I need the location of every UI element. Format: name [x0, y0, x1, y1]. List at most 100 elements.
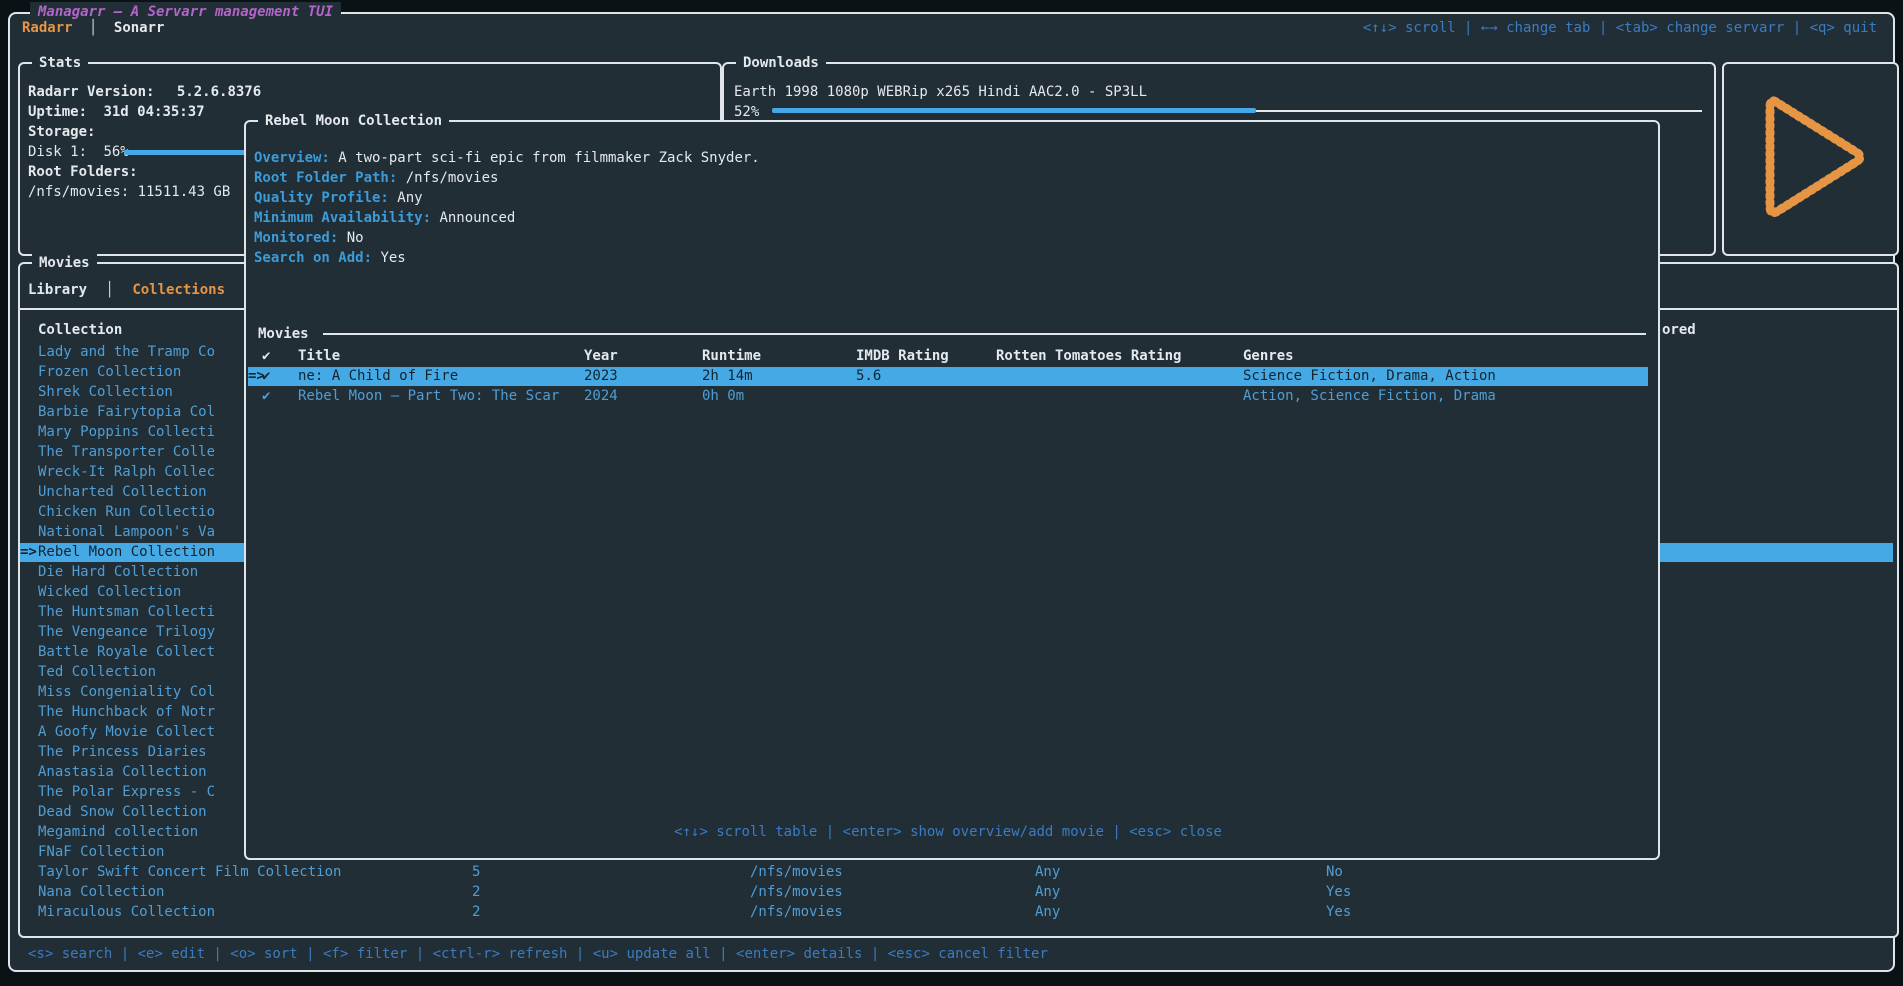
collection-name: Nana Collection	[38, 882, 164, 902]
modal-movie-row[interactable]: ✔Rebel Moon – Part Two: The Scar20240h 0…	[246, 386, 1650, 406]
root-folder-value: /nfs/movies: 11511.43 GB	[28, 182, 230, 202]
download-item-name: Earth 1998 1080p WEBRip x265 Hindi AAC2.…	[734, 82, 1147, 102]
uptime-value: 31d 04:35:37	[103, 104, 204, 120]
movie-genres: Science Fiction, Drama, Action	[1243, 366, 1496, 386]
collection-name: The Polar Express - C	[38, 782, 215, 802]
col-genres[interactable]: Genres	[1243, 346, 1294, 366]
collection-movie-count: 2	[472, 882, 480, 902]
modal-field: Root Folder Path: /nfs/movies	[254, 168, 498, 188]
col-rt[interactable]: Rotten Tomatoes Rating	[996, 346, 1181, 366]
download-progress-track	[772, 108, 1702, 114]
modal-field-label: Root Folder Path:	[254, 170, 397, 186]
collection-name: Chicken Run Collectio	[38, 502, 215, 522]
monitored-check-icon: ✔	[262, 386, 270, 406]
modal-movies-section-rule	[323, 333, 1646, 335]
top-help: <↑↓> scroll | ←→ change tab | <tab> chan…	[1363, 18, 1877, 38]
modal-field-value: Any	[389, 190, 423, 206]
modal-field-value: /nfs/movies	[397, 170, 498, 186]
modal-field-value: Yes	[372, 250, 406, 266]
collection-name: Dead Snow Collection	[38, 802, 207, 822]
collection-monitored: No	[1326, 862, 1343, 882]
modal-field: Minimum Availability: Announced	[254, 208, 515, 228]
modal-table-header: ✔ Title Year Runtime IMDB Rating Rotten …	[246, 346, 1650, 366]
tab-collections[interactable]: Collections	[132, 282, 225, 298]
collection-name: Die Hard Collection	[38, 562, 198, 582]
collection-name: The Hunchback of Notr	[38, 702, 215, 722]
modal-field-value: No	[338, 230, 363, 246]
modal-field-label: Minimum Availability:	[254, 210, 431, 226]
storage-label: Storage:	[28, 122, 95, 142]
managarr-tui-screen: Managarr – A Servarr management TUI Rada…	[0, 0, 1903, 986]
collection-name: Frozen Collection	[38, 362, 181, 382]
collection-monitored: Yes	[1326, 882, 1351, 902]
collection-name: Anastasia Collection	[38, 762, 207, 782]
collection-name: Uncharted Collection	[38, 482, 207, 502]
tab-sonarr[interactable]: Sonarr	[114, 20, 165, 36]
collection-movie-count: 2	[472, 902, 480, 922]
monitored-check-icon: ✔	[262, 366, 270, 386]
collection-movie-count: 5	[472, 862, 480, 882]
download-progress-remainder	[1256, 110, 1702, 112]
collection-name: Mary Poppins Collecti	[38, 422, 215, 442]
radarr-version-label: Radarr Version:	[28, 84, 154, 100]
monitored-header-fragment: ored	[1662, 320, 1696, 340]
collection-name: Battle Royale Collect	[38, 642, 215, 662]
collection-root-folder: /nfs/movies	[750, 882, 843, 902]
collection-name: Taylor Swift Concert Film Collection	[38, 862, 341, 882]
modal-title: Rebel Moon Collection	[258, 111, 449, 131]
modal-field: Quality Profile: Any	[254, 188, 423, 208]
col-year[interactable]: Year	[584, 346, 618, 366]
footer-help: <s> search | <e> edit | <o> sort | <f> f…	[28, 944, 1048, 964]
collections-table-header: Collection	[38, 320, 122, 340]
collection-name: Barbie Fairytopia Col	[38, 402, 215, 422]
root-folders-label: Root Folders:	[28, 162, 138, 182]
movie-title: Rebel Moon – Part Two: The Scar	[298, 386, 559, 406]
collection-quality-profile: Any	[1035, 882, 1060, 902]
modal-field-label: Monitored:	[254, 230, 338, 246]
collection-name: The Huntsman Collecti	[38, 602, 215, 622]
tab-separator: │	[89, 20, 97, 36]
movies-panel-title: Movies	[32, 253, 97, 273]
movies-tab-bar: Library │ Collections │	[28, 280, 262, 300]
modal-field: Overview: A two-part sci-fi epic from fi…	[254, 148, 760, 168]
terminal-edge-bottom	[0, 970, 1903, 986]
tab-radarr[interactable]: Radarr	[22, 20, 73, 36]
collection-row[interactable]: Taylor Swift Concert Film Collection5/nf…	[20, 862, 1893, 882]
movie-runtime: 2h 14m	[702, 366, 753, 386]
collection-name: Wreck-It Ralph Collec	[38, 462, 215, 482]
collection-row[interactable]: Miraculous Collection2/nfs/moviesAnyYes	[20, 902, 1893, 922]
download-percent: 52%	[734, 102, 759, 122]
radarr-version-value: 5.2.6.8376	[177, 84, 261, 100]
servarr-tab-bar: Radarr │ Sonarr	[22, 18, 164, 38]
tab-library[interactable]: Library	[28, 282, 87, 298]
collection-name: FNaF Collection	[38, 842, 164, 862]
collection-name: National Lampoon's Va	[38, 522, 215, 542]
modal-field-label: Quality Profile:	[254, 190, 389, 206]
col-title[interactable]: Title	[298, 346, 340, 366]
collection-monitored: Yes	[1326, 902, 1351, 922]
col-check[interactable]: ✔	[262, 346, 270, 366]
modal-movies-section-title: Movies	[258, 324, 309, 344]
download-progress-fill	[772, 108, 1256, 113]
collection-row[interactable]: Nana Collection 2/nfs/movies Any Yes	[20, 882, 1893, 902]
collection-name: Wicked Collection	[38, 582, 181, 602]
col-imdb[interactable]: IMDB Rating	[856, 346, 949, 366]
collection-name: The Transporter Colle	[38, 442, 215, 462]
movie-imdb-rating: 5.6	[856, 366, 881, 386]
collection-quality-profile: Any	[1035, 902, 1060, 922]
modal-field-label: Search on Add:	[254, 250, 372, 266]
stats-panel-title: Stats	[32, 53, 88, 73]
collection-name: Megamind collection	[38, 822, 198, 842]
modal-field-value: A two-part sci-fi epic from filmmaker Za…	[330, 150, 760, 166]
movie-genres: Action, Science Fiction, Drama	[1243, 386, 1496, 406]
collection-name: The Princess Diaries	[38, 742, 207, 762]
col-runtime[interactable]: Runtime	[702, 346, 761, 366]
modal-field: Search on Add: Yes	[254, 248, 406, 268]
collection-name: Ted Collection	[38, 662, 156, 682]
collection-name: Miss Congeniality Col	[38, 682, 215, 702]
modal-movie-row[interactable]: =>✔ne: A Child of Fire20232h 14m5.6Scien…	[246, 366, 1650, 386]
collection-details-modal: Rebel Moon Collection Overview: A two-pa…	[244, 120, 1660, 860]
collection-name: The Vengeance Trilogy	[38, 622, 215, 642]
collection-name: A Goofy Movie Collect	[38, 722, 215, 742]
logo-panel	[1722, 62, 1899, 256]
